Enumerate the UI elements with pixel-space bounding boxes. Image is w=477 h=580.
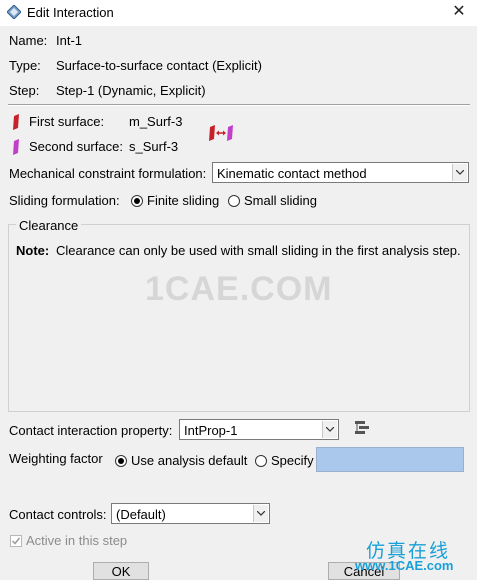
- type-value: Surface-to-surface contact (Explicit): [56, 58, 262, 73]
- second-surface-value: s_Surf-3: [129, 139, 179, 154]
- note-text: Clearance can only be used with small sl…: [56, 243, 461, 258]
- contact-property-label: Contact interaction property:: [9, 423, 173, 438]
- mechanical-constraint-label: Mechanical constraint formulation:: [9, 166, 207, 181]
- watermark: 1CAE.COM: [145, 270, 333, 308]
- contact-property-value: IntProp-1: [184, 423, 238, 438]
- use-analysis-default-label: Use analysis default: [131, 453, 248, 468]
- first-surface-value: m_Surf-3: [129, 114, 183, 129]
- active-in-step-label: Active in this step: [26, 533, 128, 548]
- step-label: Step:: [9, 83, 40, 98]
- type-label: Type:: [9, 58, 41, 73]
- small-sliding-radio[interactable]: [228, 195, 240, 207]
- finite-sliding-radio[interactable]: [131, 195, 143, 207]
- mechanical-constraint-value: Kinematic contact method: [217, 166, 367, 181]
- close-icon[interactable]: ✕: [450, 3, 468, 21]
- weighting-factor-input[interactable]: [316, 447, 464, 472]
- clearance-group-title: Clearance: [16, 218, 82, 233]
- active-in-step-checkbox[interactable]: [10, 535, 22, 547]
- sliding-formulation-label: Sliding formulation:: [9, 193, 120, 208]
- chevron-down-icon[interactable]: [452, 164, 467, 181]
- contact-property-select[interactable]: IntProp-1: [179, 419, 339, 440]
- contact-controls-select[interactable]: (Default): [111, 503, 270, 524]
- weighting-factor-label: Weighting factor: [9, 451, 103, 466]
- name-value: Int-1: [56, 33, 83, 48]
- mechanical-constraint-select[interactable]: Kinematic contact method: [212, 162, 469, 183]
- watermark-url: www.1CAE.com: [355, 558, 454, 573]
- checkmark-icon: [11, 537, 21, 545]
- small-sliding-label: Small sliding: [244, 193, 317, 208]
- ok-button[interactable]: OK: [93, 562, 149, 580]
- use-analysis-default-radio[interactable]: [115, 455, 127, 467]
- first-surface-label: First surface:: [29, 114, 105, 129]
- separator: [8, 104, 470, 106]
- abaqus-app-icon: [7, 5, 21, 19]
- swap-surfaces-icon[interactable]: [208, 124, 234, 142]
- specify-radio[interactable]: [255, 455, 267, 467]
- finite-sliding-label: Finite sliding: [147, 193, 220, 208]
- contact-controls-label: Contact controls:: [9, 507, 107, 522]
- specify-label: Specify: [271, 453, 314, 468]
- note-label: Note:: [16, 243, 50, 258]
- first-surface-icon: [13, 114, 19, 130]
- property-manager-icon[interactable]: [354, 420, 370, 436]
- name-label: Name:: [9, 33, 48, 48]
- second-surface-label: Second surface:: [29, 139, 123, 154]
- step-value: Step-1 (Dynamic, Explicit): [56, 83, 206, 98]
- chevron-down-icon[interactable]: [253, 505, 268, 522]
- contact-controls-value: (Default): [116, 507, 166, 522]
- window-title: Edit Interaction: [27, 5, 114, 20]
- second-surface-icon: [13, 139, 19, 155]
- chevron-down-icon[interactable]: [322, 421, 337, 438]
